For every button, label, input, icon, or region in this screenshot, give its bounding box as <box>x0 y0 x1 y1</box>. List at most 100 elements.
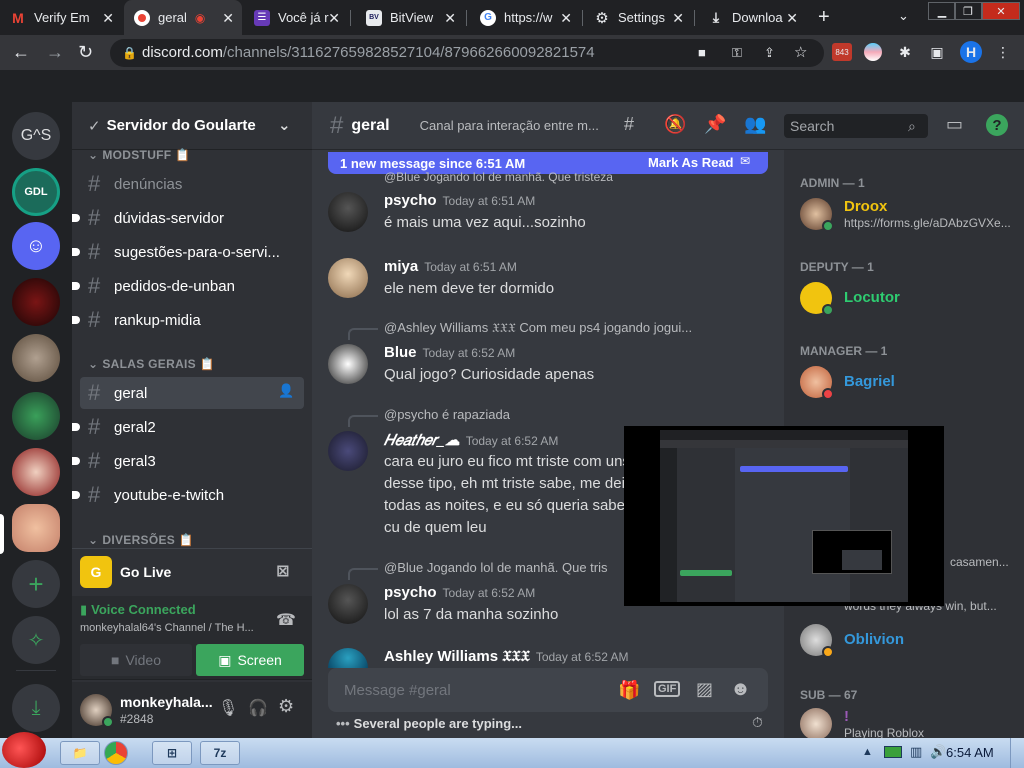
sidepanel-icon[interactable]: ▣ <box>928 43 946 61</box>
reply-preview[interactable]: @Blue Jogando lol de manhã. Que tris <box>384 560 608 575</box>
reply-preview[interactable]: @Blue Jogando lol de manhã. Que tristeza <box>384 170 613 184</box>
server-icon-anime-2[interactable] <box>12 504 60 552</box>
avatar[interactable] <box>328 192 368 232</box>
member-bagriel[interactable]: Bagriel <box>800 366 1020 408</box>
camera-icon[interactable]: ■ <box>698 39 706 67</box>
server-icon-cat[interactable] <box>12 334 60 382</box>
maximize-button[interactable]: ❐ <box>954 2 982 20</box>
microphone-icon[interactable]: 🎙 <box>218 698 238 718</box>
invite-user-icon[interactable]: 👤 <box>278 383 294 399</box>
tray-arrow-icon[interactable]: ▲ <box>862 746 873 758</box>
close-icon[interactable]: ✕ <box>672 10 684 27</box>
close-icon[interactable]: ✕ <box>102 10 114 27</box>
reply-preview[interactable]: @Ashley Williams 𝔛𝔛𝔛 Com meu ps4 jogando… <box>384 320 692 336</box>
tab-discord[interactable]: geral ◉ ✕ <box>124 0 242 35</box>
angry-bird-start-icon[interactable] <box>2 732 46 768</box>
channel-geral2[interactable]: # geral2 <box>72 411 304 443</box>
close-icon[interactable]: ✕ <box>328 10 340 27</box>
member-list-icon[interactable]: 👥 <box>744 114 766 135</box>
url-bar[interactable]: 🔒 discord.com/channels/31162765982852710… <box>110 39 824 67</box>
network-icon[interactable]: ▥ <box>910 744 922 760</box>
channel-youtube-e-twitch[interactable]: # youtube-e-twitch <box>72 479 304 511</box>
category-modstuff[interactable]: ⌄ MODSTUFF 📋 <box>88 148 190 162</box>
category-salas-gerais[interactable]: ⌄ SALAS GERAIS 📋 <box>88 357 215 371</box>
window-close-button[interactable]: ✕ <box>982 2 1020 20</box>
gif-icon[interactable]: GIF <box>654 681 681 697</box>
close-icon[interactable]: ✕ <box>560 10 572 27</box>
mark-as-read-button[interactable]: Mark As Read <box>648 155 734 170</box>
extension-flag-icon[interactable] <box>864 43 882 61</box>
pin-icon[interactable]: 📌 <box>704 114 726 135</box>
close-icon[interactable]: ✕ <box>222 10 234 27</box>
search-input[interactable]: Search ⌕ <box>784 114 928 138</box>
avatar[interactable] <box>328 584 368 624</box>
disconnect-call-icon[interactable]: ☎ <box>276 610 296 630</box>
avatar[interactable] <box>328 648 368 668</box>
close-icon[interactable]: ✕ <box>786 10 798 27</box>
avatar[interactable] <box>328 344 368 384</box>
clock[interactable]: 6:54 AM <box>946 745 994 760</box>
back-button[interactable]: ← <box>12 42 30 63</box>
screen-button[interactable]: ▣ Screen <box>196 644 304 676</box>
tab-settings[interactable]: ⚙ Settings ✕ <box>584 0 692 35</box>
channel-sugestoes[interactable]: # sugestões-para-o-servi... <box>72 236 304 268</box>
channel-rankup-midia[interactable]: # rankup-midia <box>72 304 304 336</box>
message-author[interactable]: psycho Today at 6:52 AM <box>384 584 535 601</box>
forward-button[interactable]: → <box>46 42 64 63</box>
server-icon-gdl[interactable]: GDL <box>12 168 60 216</box>
avatar[interactable] <box>328 258 368 298</box>
sticker-icon[interactable]: ▨ <box>696 679 713 700</box>
message-author[interactable]: 𝐻𝑒𝑎𝑡ℎ𝑒𝑟_☁ Today at 6:52 AM <box>384 431 558 450</box>
reload-button[interactable]: ↻ <box>78 42 93 63</box>
close-icon[interactable]: ✕ <box>444 10 456 27</box>
help-icon[interactable]: ? <box>986 114 1008 136</box>
new-tab-button[interactable]: + <box>818 6 830 29</box>
battery-icon[interactable] <box>884 746 902 758</box>
windows-logo-icon[interactable]: ⊞ <box>152 741 192 765</box>
user-settings-gear-icon[interactable]: ⚙ <box>278 696 294 717</box>
key-icon[interactable]: ⚿ <box>732 39 742 67</box>
tab-search-chevron-icon[interactable]: ⌄ <box>898 8 909 24</box>
minimize-button[interactable]: ▁ <box>928 2 956 20</box>
show-desktop-button[interactable] <box>1010 738 1024 768</box>
server-icon-discord[interactable]: ☺ <box>12 222 60 270</box>
server-header[interactable]: ✓ Servidor do Goularte ⌄ <box>72 102 312 150</box>
volume-icon[interactable]: 🔊 <box>930 744 946 760</box>
message-author[interactable]: psycho Today at 6:51 AM <box>384 192 535 209</box>
screen-share-icon[interactable]: ⊠ <box>276 561 289 581</box>
member-locutor[interactable]: Locutor <box>800 282 1020 324</box>
chrome-taskbar-icon[interactable] <box>104 741 128 765</box>
server-icon-gs[interactable]: G^S <box>12 112 60 160</box>
threads-icon[interactable]: # <box>624 114 634 135</box>
avatar[interactable] <box>328 431 368 471</box>
message-author[interactable]: Ashley Williams 𝔛𝔛𝔛 Today at 6:52 AM <box>384 648 629 665</box>
channel-geral3[interactable]: # geral3 <box>72 445 304 477</box>
extension-badge-icon[interactable]: 843 <box>832 43 852 61</box>
headphones-icon[interactable]: 🎧 <box>248 698 268 718</box>
message-author[interactable]: Blue Today at 6:52 AM <box>384 344 515 361</box>
download-apps-icon[interactable]: ⤓ <box>12 684 60 732</box>
message-input[interactable]: Message #geral 🎁 GIF ▨ ☻ <box>328 668 768 712</box>
reply-preview[interactable]: @psycho é rapaziada <box>384 407 510 422</box>
seven-zip-icon[interactable]: 7z <box>200 741 240 765</box>
channel-topic[interactable]: Canal para interação entre m... <box>420 118 599 133</box>
add-server-icon[interactable]: + <box>12 560 60 608</box>
channel-geral[interactable]: # geral 👤 <box>80 377 304 409</box>
tab-downloads[interactable]: ⤓ Downloa ✕ <box>698 0 806 35</box>
tab-gmail[interactable]: M Verify Em ✕ <box>0 0 122 35</box>
tab-google[interactable]: G https://w ✕ <box>470 0 580 35</box>
tab-forms[interactable]: ☰ Você já r ✕ <box>244 0 348 35</box>
server-icon-anime[interactable] <box>12 448 60 496</box>
share-icon[interactable]: ⇪ <box>764 39 775 67</box>
explorer-folder-icon[interactable]: 📁 <box>60 741 100 765</box>
bookmark-star-icon[interactable]: ☆ <box>794 39 807 67</box>
inbox-icon[interactable]: ▭ <box>946 114 963 135</box>
channel-duvidas-servidor[interactable]: # dúvidas-servidor <box>72 202 304 234</box>
channel-denuncias[interactable]: # denúncias <box>80 168 304 200</box>
member-droox[interactable]: Droox https://forms.gle/aDAbzGVXe... <box>800 198 1020 240</box>
mute-bell-icon[interactable]: 🔕 <box>664 114 686 135</box>
screen-share-preview[interactable] <box>624 426 944 606</box>
server-icon-green[interactable] <box>12 392 60 440</box>
member-oblivion[interactable]: Oblivion <box>800 624 1020 666</box>
video-button[interactable]: ■ Video <box>80 644 192 676</box>
